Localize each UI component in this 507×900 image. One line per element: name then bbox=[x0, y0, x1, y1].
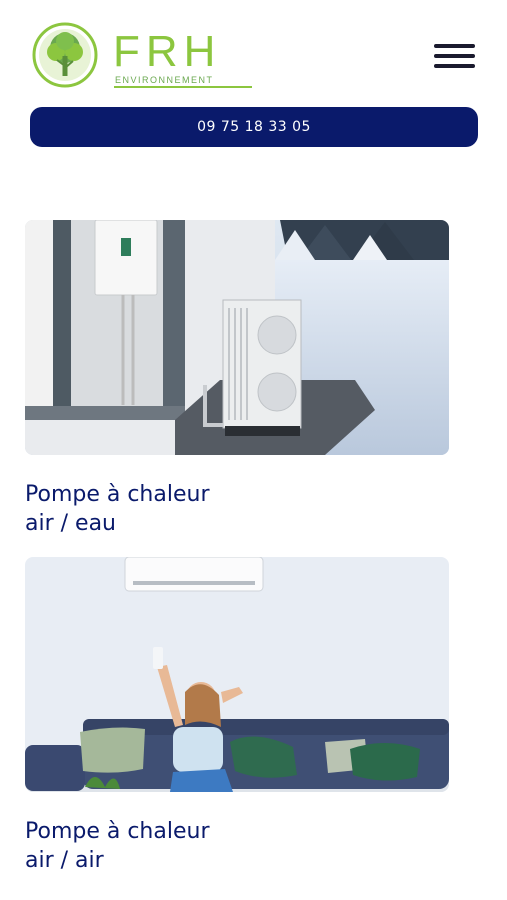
hamburger-icon bbox=[434, 54, 475, 58]
brand-logo[interactable]: FRH ENVIRONNEMENT bbox=[30, 22, 252, 92]
service-image-air-air[interactable] bbox=[25, 557, 449, 792]
tree-emblem-icon bbox=[32, 22, 98, 88]
service-title-air-air[interactable]: Pompe à chaleur air / air bbox=[25, 817, 325, 875]
living-room-ac-image bbox=[25, 557, 449, 792]
heat-pump-outdoor-image bbox=[25, 220, 449, 455]
logo-wordmark: FRH bbox=[113, 27, 222, 76]
service-image-air-eau[interactable] bbox=[25, 220, 449, 455]
logo-underline bbox=[114, 86, 252, 88]
menu-button[interactable] bbox=[431, 40, 477, 72]
hamburger-icon bbox=[434, 64, 475, 68]
hamburger-icon bbox=[434, 44, 475, 48]
logo-tagline: ENVIRONNEMENT bbox=[115, 75, 214, 85]
service-title-air-eau[interactable]: Pompe à chaleur air / eau bbox=[25, 480, 325, 538]
phone-call-button[interactable]: 09 75 18 33 05 bbox=[30, 107, 478, 147]
